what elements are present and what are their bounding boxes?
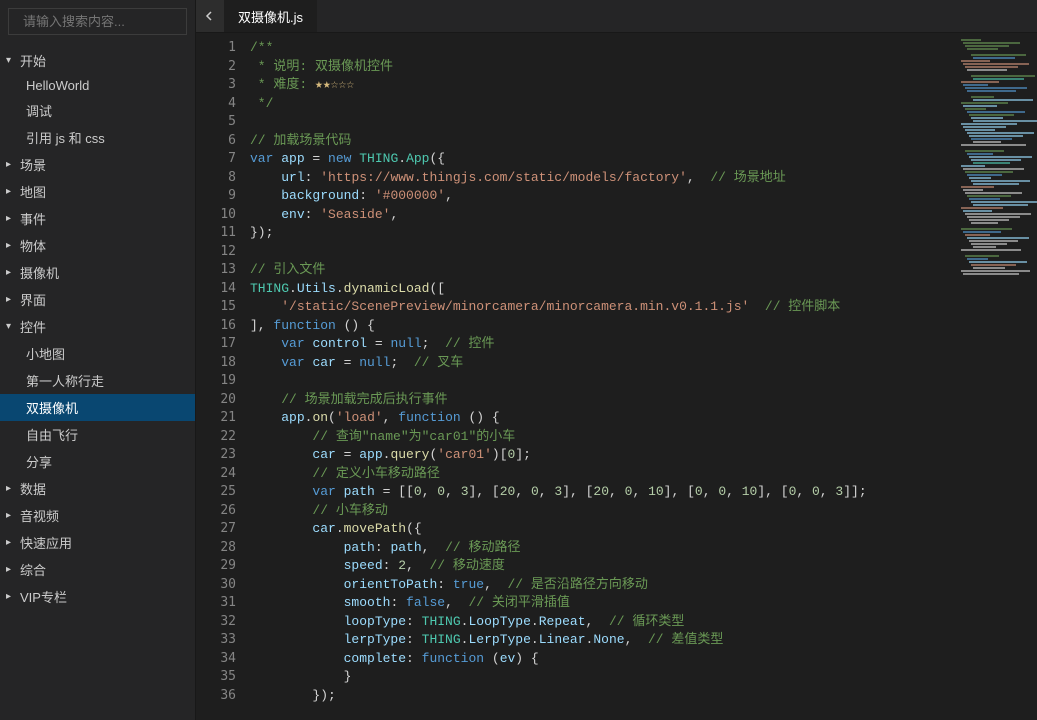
chevron-right-icon: ▸ xyxy=(6,564,16,575)
chevron-right-icon: ▸ xyxy=(6,240,16,251)
sidebar-section[interactable]: ▾ 控件 xyxy=(0,313,195,340)
chevron-down-icon: ▾ xyxy=(6,55,16,66)
sidebar-item[interactable]: HelloWorld xyxy=(0,74,195,97)
code-content[interactable]: /** * 说明: 双摄像机控件 * 难度: ★★☆☆☆ */ // 加载场景代… xyxy=(250,33,1037,720)
tab-title: 双摄像机.js xyxy=(238,7,303,26)
chevron-right-icon: ▸ xyxy=(6,510,16,521)
sidebar-tree: ▾ 开始 HelloWorld调试引用 js 和 css ▸ 场景 ▸ 地图 ▸ 事件 ▸ 物体 ▸ 摄… xyxy=(0,43,195,720)
sidebar-section-label: 数据 xyxy=(20,479,46,498)
chevron-right-icon: ▸ xyxy=(6,267,16,278)
sidebar-section[interactable]: ▸ 场景 xyxy=(0,151,195,178)
sidebar: ▾ 开始 HelloWorld调试引用 js 和 css ▸ 场景 ▸ 地图 ▸ 事件 ▸ 物体 ▸ 摄… xyxy=(0,0,196,720)
chevron-right-icon: ▸ xyxy=(6,537,16,548)
sidebar-section[interactable]: ▸ 数据 xyxy=(0,475,195,502)
chevron-right-icon: ▸ xyxy=(6,213,16,224)
sidebar-section-label: 地图 xyxy=(20,182,46,201)
sidebar-section[interactable]: ▸ 界面 xyxy=(0,286,195,313)
sidebar-section[interactable]: ▸ 事件 xyxy=(0,205,195,232)
tab-nav-left[interactable] xyxy=(196,0,224,32)
sidebar-item[interactable]: 第一人称行走 xyxy=(0,367,195,394)
sidebar-section-label: 事件 xyxy=(20,209,46,228)
sidebar-section[interactable]: ▸ 摄像机 xyxy=(0,259,195,286)
sidebar-section-label: 开始 xyxy=(20,51,46,70)
chevron-right-icon: ▸ xyxy=(6,483,16,494)
sidebar-item[interactable]: 分享 xyxy=(0,448,195,475)
search-input[interactable] xyxy=(23,14,199,29)
code-editor[interactable]: 1234567891011121314151617181920212223242… xyxy=(196,33,1037,720)
minimap[interactable] xyxy=(957,33,1037,720)
tab-bar: 双摄像机.js xyxy=(196,0,1037,33)
chevron-right-icon: ▸ xyxy=(6,159,16,170)
sidebar-section[interactable]: ▸ 综合 xyxy=(0,556,195,583)
sidebar-section-label: 场景 xyxy=(20,155,46,174)
sidebar-item[interactable]: 引用 js 和 css xyxy=(0,124,195,151)
sidebar-section[interactable]: ▸ 物体 xyxy=(0,232,195,259)
search-box[interactable] xyxy=(8,8,187,35)
sidebar-item[interactable]: 自由飞行 xyxy=(0,421,195,448)
sidebar-section-label: 音视频 xyxy=(20,506,59,525)
sidebar-section[interactable]: ▾ 开始 xyxy=(0,47,195,74)
sidebar-section-label: 摄像机 xyxy=(20,263,59,282)
sidebar-section-label: 界面 xyxy=(20,290,46,309)
line-number-gutter: 1234567891011121314151617181920212223242… xyxy=(196,33,250,720)
sidebar-section[interactable]: ▸ 快速应用 xyxy=(0,529,195,556)
sidebar-section-label: 物体 xyxy=(20,236,46,255)
sidebar-section[interactable]: ▸ 音视频 xyxy=(0,502,195,529)
sidebar-section[interactable]: ▸ 地图 xyxy=(0,178,195,205)
sidebar-item[interactable]: 小地图 xyxy=(0,340,195,367)
sidebar-section-label: VIP专栏 xyxy=(20,587,67,606)
sidebar-item[interactable]: 双摄像机 xyxy=(0,394,195,421)
chevron-left-icon xyxy=(205,11,215,21)
chevron-right-icon: ▸ xyxy=(6,294,16,305)
chevron-down-icon: ▾ xyxy=(6,321,16,332)
tab-active[interactable]: 双摄像机.js xyxy=(224,0,318,32)
editor-area: 双摄像机.js 12345678910111213141516171819202… xyxy=(196,0,1037,720)
sidebar-section-label: 快速应用 xyxy=(20,533,72,552)
sidebar-section-label: 控件 xyxy=(20,317,46,336)
chevron-right-icon: ▸ xyxy=(6,186,16,197)
sidebar-section-label: 综合 xyxy=(20,560,46,579)
sidebar-section[interactable]: ▸ VIP专栏 xyxy=(0,583,195,610)
chevron-right-icon: ▸ xyxy=(6,591,16,602)
sidebar-item[interactable]: 调试 xyxy=(0,97,195,124)
